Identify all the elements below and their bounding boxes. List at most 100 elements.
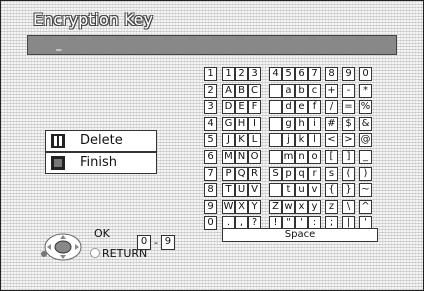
keyboard-key[interactable] (269, 150, 282, 164)
keyboard-key[interactable]: M (222, 150, 235, 164)
keyboard-key[interactable]: ~ (359, 183, 372, 198)
keyboard-key[interactable]: J (222, 133, 235, 148)
keyboard-key[interactable]: $ (342, 116, 355, 131)
encryption-key-input[interactable]: _ (27, 35, 397, 55)
keyboard-key[interactable]: \ (342, 199, 355, 214)
keyboard-key[interactable]: y (308, 199, 321, 214)
keyboard-key[interactable]: x (295, 199, 308, 214)
keyboard-key[interactable]: V (248, 183, 261, 198)
keyboard-key[interactable] (269, 133, 282, 148)
keyboard-key[interactable]: K (235, 133, 248, 148)
keyboard-key[interactable]: T (222, 183, 235, 198)
keyboard-key[interactable]: w (282, 199, 295, 214)
keyboard-key[interactable]: s (325, 166, 338, 181)
keyboard-key[interactable] (269, 183, 282, 198)
keyboard-key[interactable]: * (359, 83, 372, 98)
keyboard-row-number-key[interactable]: 3 (204, 100, 217, 115)
keyboard-key[interactable]: N (235, 150, 248, 164)
keyboard-key[interactable]: a (282, 83, 295, 98)
keyboard-key[interactable]: r (308, 166, 321, 181)
keyboard-key[interactable]: c (308, 83, 321, 98)
keyboard-key[interactable]: @ (359, 133, 372, 148)
keyboard-row-number-key[interactable]: 6 (204, 150, 217, 164)
keyboard-key[interactable]: L (248, 133, 261, 148)
keyboard-key[interactable]: Z (269, 199, 282, 214)
keyboard-key[interactable]: ] (342, 150, 355, 164)
keyboard-key[interactable]: 0 (359, 67, 372, 81)
keyboard-key[interactable]: < (325, 133, 338, 148)
keyboard-key[interactable]: H (235, 116, 248, 131)
keyboard-key[interactable]: Q (235, 166, 248, 181)
keyboard-key[interactable]: } (342, 183, 355, 198)
keyboard-key[interactable]: v (308, 183, 321, 198)
delete-button[interactable]: Delete (45, 130, 157, 152)
keyboard-row-number-key[interactable]: 1 (204, 67, 217, 81)
keyboard-key[interactable]: G (222, 116, 235, 131)
keyboard-key[interactable]: & (359, 116, 372, 131)
keyboard-key[interactable]: i (308, 116, 321, 131)
keyboard-key[interactable]: B (235, 83, 248, 98)
keyboard-key[interactable]: g (282, 116, 295, 131)
keyboard-key[interactable]: R (248, 166, 261, 181)
keyboard-key[interactable] (269, 83, 282, 98)
keyboard-key[interactable]: k (295, 133, 308, 148)
keyboard-key[interactable]: p (282, 166, 295, 181)
keyboard-key[interactable]: 2 (235, 67, 248, 81)
keyboard-key[interactable]: t (282, 183, 295, 198)
keyboard-row-number-key[interactable]: 4 (204, 116, 217, 131)
keyboard-key[interactable]: ( (342, 166, 355, 181)
keyboard-key[interactable]: o (308, 150, 321, 164)
keyboard-row-number-key[interactable]: 0 (204, 216, 217, 231)
keyboard-key[interactable]: F (248, 100, 261, 115)
keyboard-key[interactable]: u (295, 183, 308, 198)
keyboard-key[interactable]: D (222, 100, 235, 115)
keyboard-key[interactable]: b (295, 83, 308, 98)
keyboard-key[interactable]: 7 (308, 67, 321, 81)
keyboard-key[interactable]: / (325, 100, 338, 115)
keyboard-key[interactable]: Y (248, 199, 261, 214)
keyboard-key[interactable]: X (235, 199, 248, 214)
keyboard-row-number-key[interactable]: 8 (204, 183, 217, 198)
keyboard-key[interactable]: 4 (269, 67, 282, 81)
keyboard-key[interactable]: E (235, 100, 248, 115)
keyboard-key[interactable]: 5 (282, 67, 295, 81)
keyboard-key[interactable]: z (325, 199, 338, 214)
keyboard-key[interactable]: d (282, 100, 295, 115)
keyboard-key[interactable]: 9 (342, 67, 355, 81)
keyboard-key[interactable]: _ (359, 150, 372, 164)
keyboard-key[interactable]: C (248, 83, 261, 98)
keyboard-key[interactable]: ) (359, 166, 372, 181)
keyboard-key[interactable]: e (295, 100, 308, 115)
keyboard-key[interactable]: % (359, 100, 372, 115)
keyboard-key[interactable]: [ (325, 150, 338, 164)
keyboard-key[interactable]: n (295, 150, 308, 164)
keyboard-key[interactable]: ^ (359, 199, 372, 214)
finish-button[interactable]: Finish (45, 152, 157, 174)
keyboard-key[interactable]: 6 (295, 67, 308, 81)
keyboard-key[interactable]: 1 (222, 67, 235, 81)
keyboard-key[interactable]: m (282, 150, 295, 164)
keyboard-key[interactable]: A (222, 83, 235, 98)
keyboard-row-number-key[interactable]: 9 (204, 199, 217, 214)
keyboard-key[interactable]: - (342, 83, 355, 98)
keyboard-key[interactable]: P (222, 166, 235, 181)
keyboard-row-number-key[interactable]: 2 (204, 83, 217, 98)
keyboard-key[interactable]: j (282, 133, 295, 148)
keyboard-row-number-key[interactable]: 7 (204, 166, 217, 181)
keyboard-key[interactable]: l (308, 133, 321, 148)
keyboard-key[interactable]: O (248, 150, 261, 164)
keyboard-row-number-key[interactable]: 5 (204, 133, 217, 148)
keyboard-key[interactable]: I (248, 116, 261, 131)
keyboard-key[interactable]: # (325, 116, 338, 131)
keyboard-key[interactable] (269, 116, 282, 131)
keyboard-key[interactable]: 3 (248, 67, 261, 81)
keyboard-key[interactable]: q (295, 166, 308, 181)
keyboard-key[interactable]: = (342, 100, 355, 115)
space-key[interactable]: Space (222, 228, 378, 242)
keyboard-key[interactable]: h (295, 116, 308, 131)
keyboard-key[interactable]: U (235, 183, 248, 198)
keyboard-key[interactable]: S (269, 166, 282, 181)
keyboard-key[interactable] (269, 100, 282, 115)
keyboard-key[interactable]: + (325, 83, 338, 98)
keyboard-key[interactable]: > (342, 133, 355, 148)
